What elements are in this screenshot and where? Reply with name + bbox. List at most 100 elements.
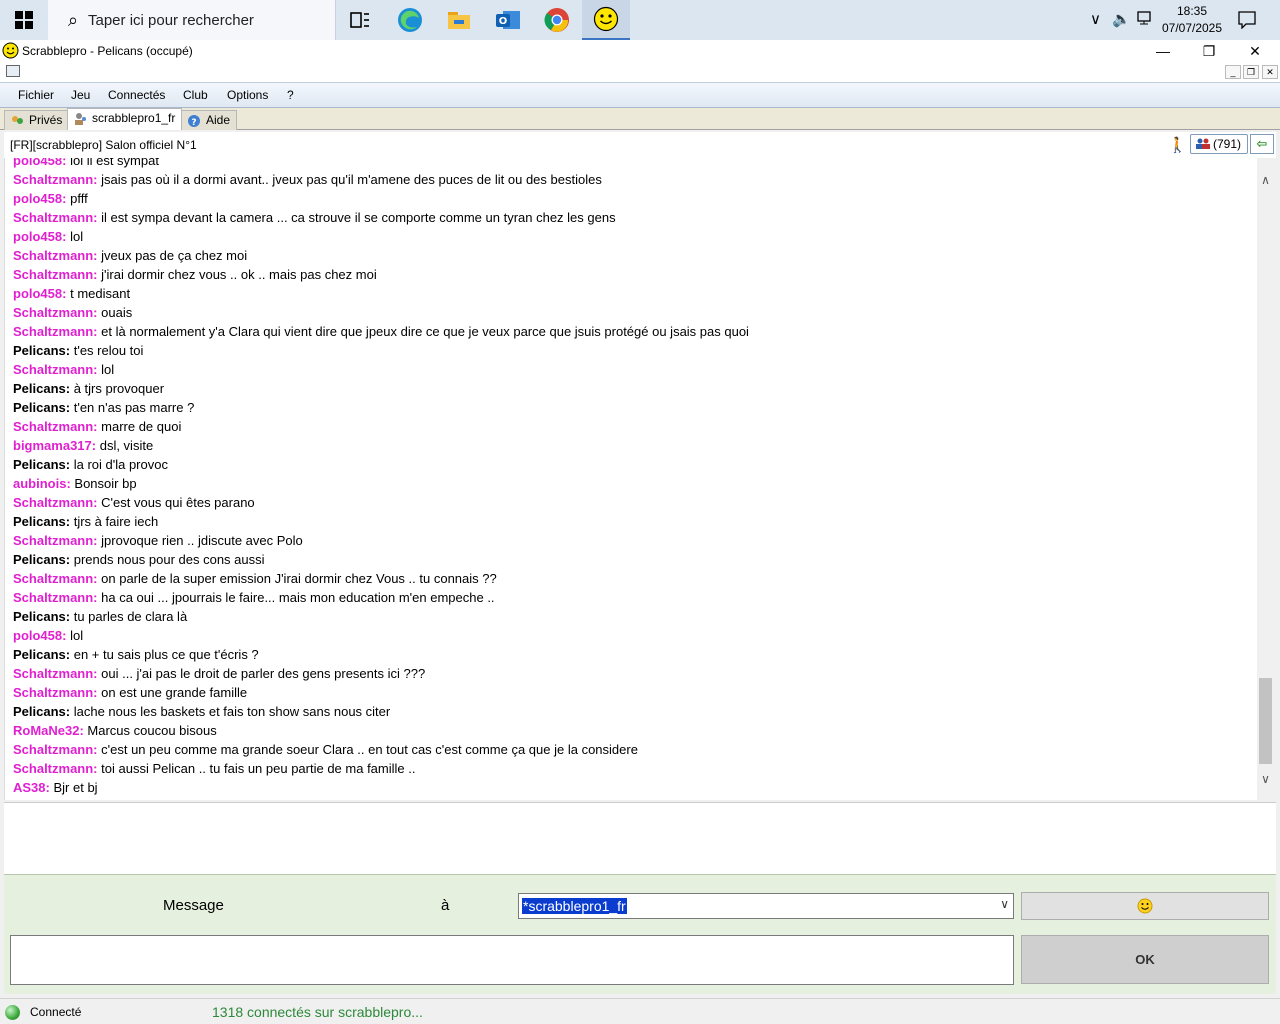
chevron-up-icon[interactable]: ∨: [1090, 10, 1101, 28]
chat-nick[interactable]: Schaltzmann:: [13, 742, 98, 757]
user-count: (791): [1212, 137, 1241, 151]
chat-nick[interactable]: Schaltzmann:: [13, 362, 98, 377]
restore-button[interactable]: ❐: [1186, 40, 1232, 62]
private-users-icon: [12, 116, 23, 124]
scrabblepro-taskbar-button[interactable]: [582, 0, 630, 40]
chat-nick[interactable]: polo458:: [13, 191, 66, 206]
chat-lines: polo458: lol il est sympat Schaltzmann: j…: [13, 158, 749, 797]
connected-count: 1318 connectés sur scrabblepro...: [212, 1004, 423, 1020]
chat-nick[interactable]: Schaltzmann:: [13, 533, 98, 548]
tab-scrabblepro1-fr[interactable]: scrabblepro1_fr: [67, 108, 183, 130]
folder-icon: [448, 12, 470, 29]
chat-nick[interactable]: polo458:: [13, 286, 66, 301]
minimize-button[interactable]: —: [1140, 40, 1186, 62]
connection-status-icon: [5, 1005, 20, 1020]
chat-nick[interactable]: Schaltzmann:: [13, 761, 98, 776]
chat-message: aubinois: Bonsoir bp: [13, 474, 749, 493]
mdi-close-button[interactable]: ✕: [1262, 65, 1278, 79]
chat-nick[interactable]: Schaltzmann:: [13, 267, 98, 282]
menu-connectes[interactable]: Connectés: [108, 88, 165, 102]
scroll-thumb[interactable]: [1259, 678, 1272, 764]
chat-nick[interactable]: Schaltzmann:: [13, 495, 98, 510]
mdi-window-icon[interactable]: [6, 65, 20, 77]
notifications-icon[interactable]: [1238, 11, 1256, 29]
chat-nick[interactable]: polo458:: [13, 158, 66, 168]
chat-nick[interactable]: Pelicans:: [13, 381, 70, 396]
edge-taskbar-button[interactable]: [386, 0, 434, 40]
menu-help[interactable]: ?: [287, 88, 294, 102]
emoji-button[interactable]: [1021, 892, 1269, 920]
chat-text: pfff: [70, 191, 88, 206]
chat-message: Pelicans: t'en n'as pas marre ?: [13, 398, 749, 417]
tab-aide[interactable]: ? Aide: [181, 110, 238, 130]
chat-nick[interactable]: Pelicans:: [13, 609, 70, 624]
chat-text: et là normalement y'a Clara qui vient di…: [101, 324, 749, 339]
chat-nick[interactable]: AS38:: [13, 780, 50, 795]
chat-text: oui ... j'ai pas le droit de parler des …: [101, 666, 426, 681]
tab-aide-label: Aide: [206, 113, 231, 127]
clock[interactable]: 18:35 07/07/2025: [1160, 3, 1224, 37]
start-button[interactable]: [0, 0, 48, 40]
chat-message: Schaltzmann: ha ca oui ... jpourrais le …: [13, 588, 749, 607]
chat-nick[interactable]: Schaltzmann:: [13, 324, 98, 339]
mdi-restore-button[interactable]: ❐: [1243, 65, 1259, 79]
tab-prives[interactable]: Privés: [4, 110, 70, 130]
scroll-up-icon[interactable]: ∧: [1257, 172, 1274, 189]
outlook-taskbar-button[interactable]: O: [484, 0, 532, 40]
chat-nick[interactable]: Schaltzmann:: [13, 419, 98, 434]
chat-nick[interactable]: Schaltzmann:: [13, 172, 98, 187]
help-icon: ?: [188, 115, 200, 127]
chrome-taskbar-button[interactable]: [533, 0, 581, 40]
chat-nick[interactable]: RoMaNe32:: [13, 723, 84, 738]
chat-text: on parle de la super emission J'irai dor…: [101, 571, 497, 586]
users-icon: [1196, 138, 1210, 149]
volume-icon[interactable]: 🔈: [1112, 10, 1131, 28]
chat-text: lol: [70, 229, 84, 244]
chat-nick[interactable]: polo458:: [13, 628, 66, 643]
chat-nick[interactable]: Schaltzmann:: [13, 666, 98, 681]
chat-nick[interactable]: Pelicans:: [13, 343, 70, 358]
menu-fichier[interactable]: Fichier: [18, 88, 54, 102]
chat-nick[interactable]: bigmama317:: [13, 438, 96, 453]
chat-nick[interactable]: Schaltzmann:: [13, 210, 98, 225]
user-list-button[interactable]: (791): [1190, 134, 1248, 154]
chat-nick[interactable]: Pelicans:: [13, 704, 70, 719]
walking-person-icon[interactable]: 🚶: [1168, 136, 1187, 154]
menu-jeu[interactable]: Jeu: [71, 88, 90, 102]
chat-nick[interactable]: Pelicans:: [13, 552, 70, 567]
clock-time: 18:35: [1176, 4, 1208, 18]
secondary-pane: [4, 802, 1276, 875]
chat-nick[interactable]: Schaltzmann:: [13, 685, 98, 700]
chat-nick[interactable]: Schaltzmann:: [13, 590, 98, 605]
chat-nick[interactable]: Pelicans:: [13, 457, 70, 472]
scroll-down-icon[interactable]: ∨: [1257, 771, 1274, 788]
tab-bar: Privés scrabblepro1_fr ? Aide: [0, 108, 1280, 130]
chat-nick[interactable]: polo458:: [13, 229, 66, 244]
menu-options[interactable]: Options: [227, 88, 268, 102]
ok-button[interactable]: OK: [1021, 935, 1269, 984]
chat-scrollbar[interactable]: ∧ ∨: [1257, 170, 1274, 790]
chat-nick[interactable]: Pelicans:: [13, 400, 70, 415]
chat-message: polo458: t medisant: [13, 284, 749, 303]
taskbar-search[interactable]: ⌕ Taper ici pour rechercher: [48, 0, 336, 40]
mdi-minimize-button[interactable]: _: [1225, 65, 1241, 79]
chat-nick[interactable]: Schaltzmann:: [13, 571, 98, 586]
leave-room-button[interactable]: ⇦: [1250, 134, 1274, 154]
chat-text: j'irai dormir chez vous .. ok .. mais pa…: [101, 267, 377, 282]
chat-nick[interactable]: Pelicans:: [13, 514, 70, 529]
chat-nick[interactable]: Pelicans:: [13, 647, 70, 662]
recipient-select[interactable]: *scrabblepro1_fr ∨: [518, 893, 1014, 919]
menu-club[interactable]: Club: [183, 88, 208, 102]
task-view-button[interactable]: [336, 0, 384, 40]
chat-nick[interactable]: Schaltzmann:: [13, 305, 98, 320]
network-icon[interactable]: [1136, 10, 1154, 26]
chat-log[interactable]: polo458: lol il est sympat Schaltzmann: j…: [4, 158, 1257, 800]
close-button[interactable]: ✕: [1232, 40, 1278, 62]
chat-nick[interactable]: aubinois:: [13, 476, 71, 491]
chat-text: t medisant: [70, 286, 131, 301]
chat-text: lol: [70, 628, 84, 643]
message-input[interactable]: [10, 935, 1014, 985]
chat-nick[interactable]: Schaltzmann:: [13, 248, 98, 263]
chat-text: on est une grande famille: [101, 685, 248, 700]
file-explorer-taskbar-button[interactable]: [435, 0, 483, 40]
